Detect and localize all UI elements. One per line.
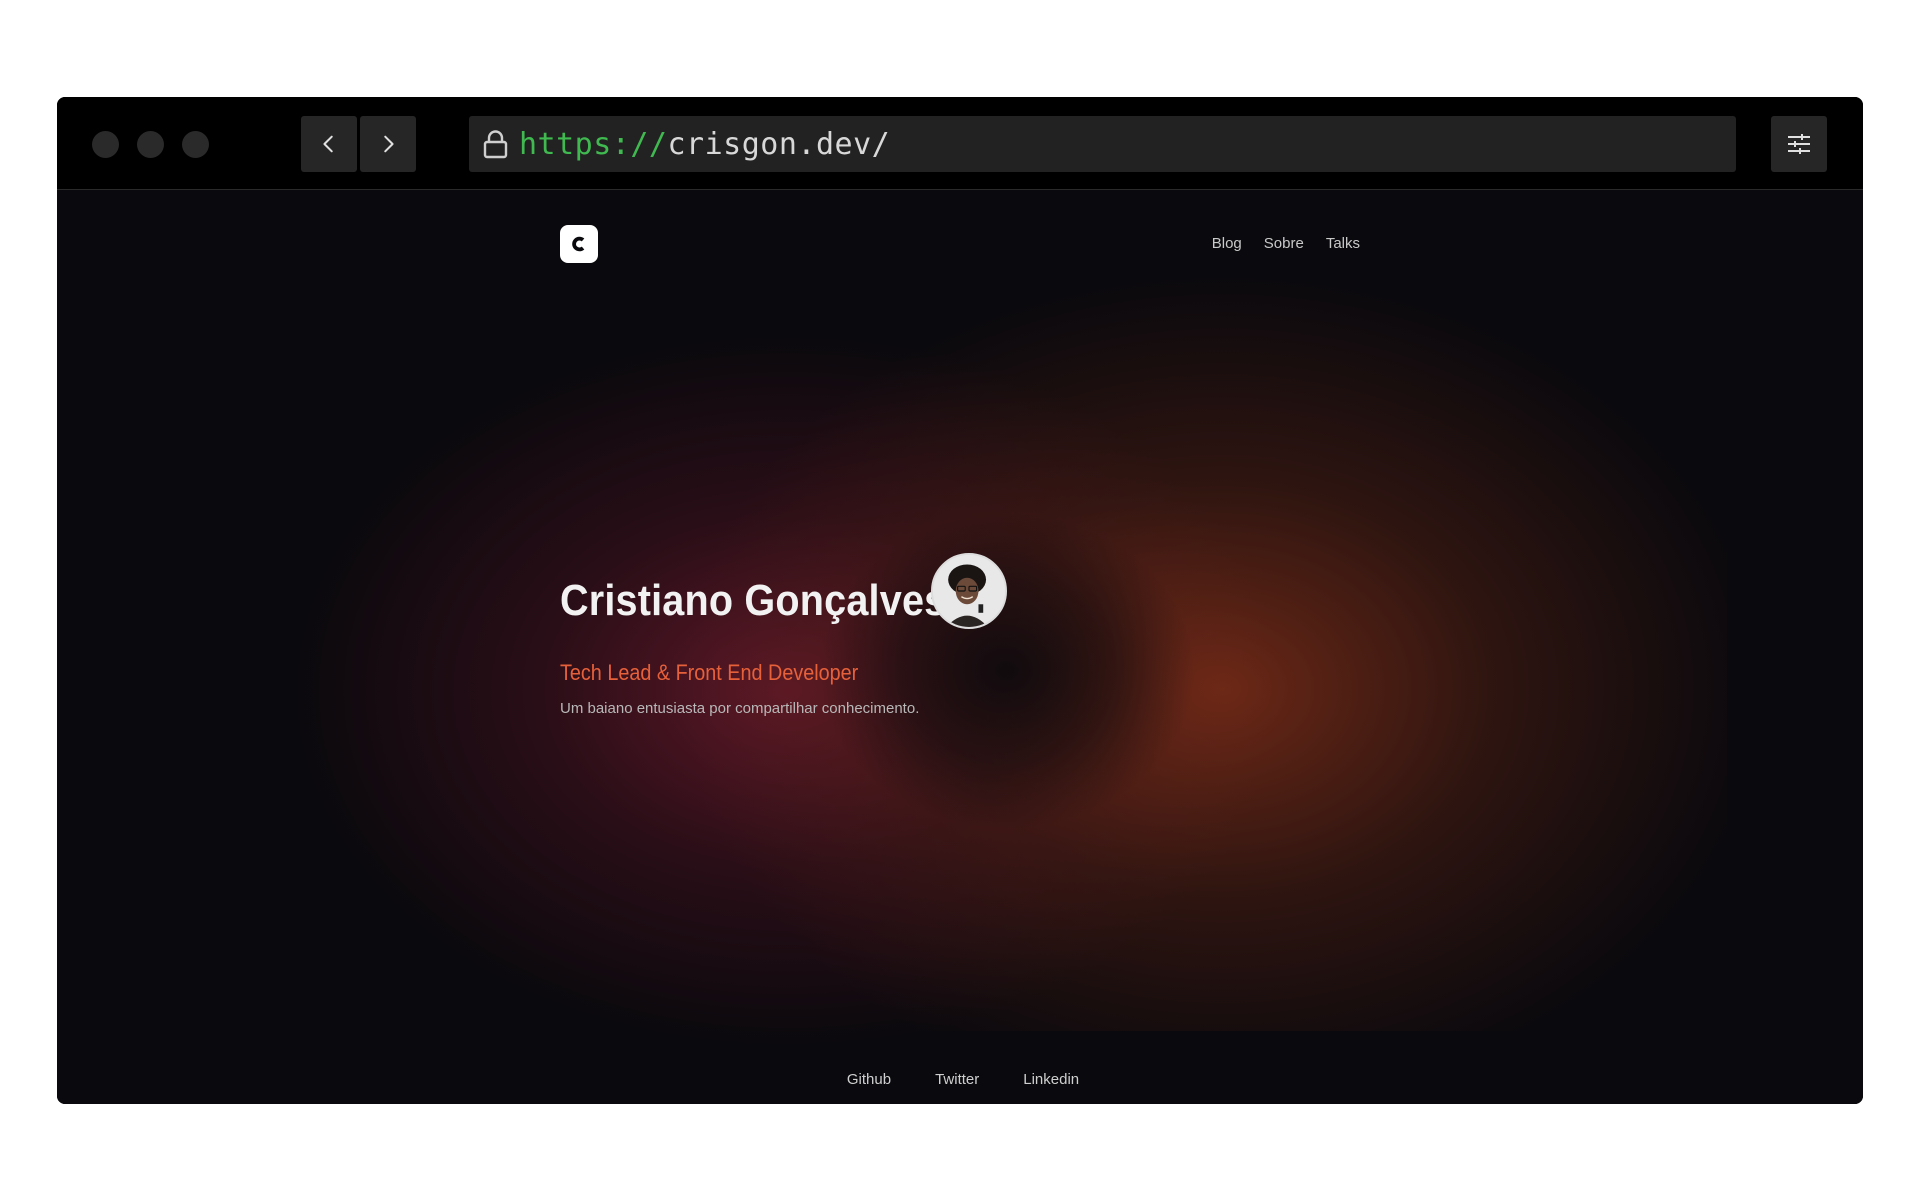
window-close-dot[interactable] bbox=[92, 131, 119, 158]
hero-section: Cristiano Gonçalves Tech Lead & Front En… bbox=[560, 553, 1007, 717]
footer-links: Github Twitter Linkedin bbox=[57, 1071, 1863, 1088]
url-scheme: https:// bbox=[519, 126, 668, 162]
page-viewport: Blog Sobre Talks Cristiano Gonçalves Tec… bbox=[57, 191, 1863, 1104]
window-minimize-dot[interactable] bbox=[137, 131, 164, 158]
site-logo[interactable] bbox=[560, 225, 598, 263]
author-role: Tech Lead & Front End Developer bbox=[560, 660, 859, 685]
footer-link-linkedin[interactable]: Linkedin bbox=[1023, 1071, 1079, 1088]
sliders-icon bbox=[1788, 134, 1810, 154]
forward-button[interactable] bbox=[360, 116, 416, 172]
url-host: crisgon.dev/ bbox=[667, 126, 891, 162]
footer-link-twitter[interactable]: Twitter bbox=[935, 1071, 979, 1088]
browser-window: https://crisgon.dev/ Blog Sobre Talks Cr… bbox=[57, 97, 1863, 1104]
author-tagline: Um baiano entusiasta por compartilhar co… bbox=[560, 700, 920, 717]
top-navigation: Blog Sobre Talks bbox=[1212, 235, 1360, 252]
lock-icon bbox=[482, 129, 509, 159]
avatar bbox=[931, 553, 1007, 629]
logo-c-icon bbox=[572, 236, 585, 252]
nav-link-blog[interactable]: Blog bbox=[1212, 235, 1242, 252]
back-button[interactable] bbox=[301, 116, 357, 172]
settings-button[interactable] bbox=[1771, 116, 1827, 172]
chevron-left-icon bbox=[323, 135, 333, 153]
nav-link-sobre[interactable]: Sobre bbox=[1264, 235, 1304, 252]
browser-toolbar: https://crisgon.dev/ bbox=[57, 97, 1863, 190]
chevron-right-icon bbox=[384, 135, 394, 153]
url-text: https://crisgon.dev/ bbox=[519, 127, 890, 162]
author-name: Cristiano Gonçalves bbox=[560, 576, 947, 625]
footer-link-github[interactable]: Github bbox=[847, 1071, 891, 1088]
address-bar[interactable]: https://crisgon.dev/ bbox=[469, 116, 1736, 172]
nav-link-talks[interactable]: Talks bbox=[1326, 235, 1360, 252]
window-maximize-dot[interactable] bbox=[182, 131, 209, 158]
